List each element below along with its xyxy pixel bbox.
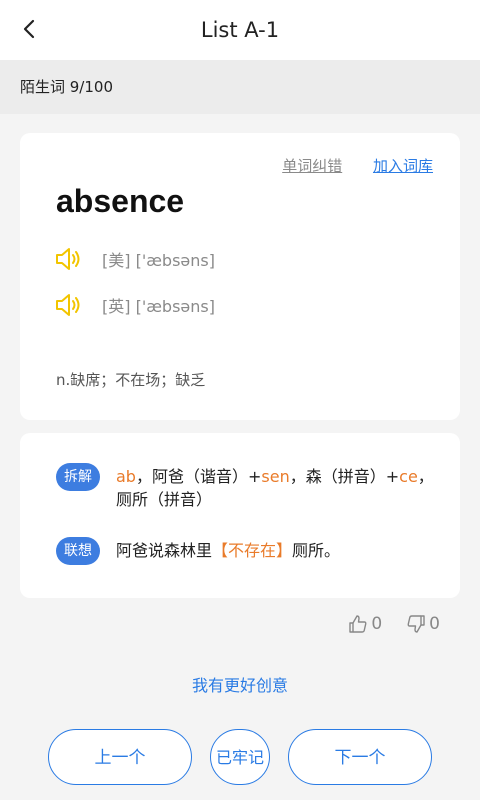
- association-row: 联想 阿爸说森林里【不存在】厕所。: [56, 537, 440, 565]
- memorized-button[interactable]: 已牢记: [210, 729, 270, 785]
- split-text: ab，阿爸（谐音）+sen，森（拼音）+ce，厕所（拼音）: [116, 463, 440, 511]
- word-headword: absence: [56, 183, 185, 219]
- like-count: 0: [371, 614, 383, 634]
- split-part: ，森（拼音）+: [289, 467, 400, 486]
- pronunciation-uk: [英] ['æbsəns]: [54, 290, 215, 320]
- split-part: ，阿爸（谐音）+: [135, 467, 262, 486]
- association-text: 阿爸说森林里【不存在】厕所。: [116, 537, 340, 565]
- dislike-button[interactable]: 0: [406, 614, 440, 634]
- association-part: 厕所。: [292, 541, 341, 560]
- card-links: 单词纠错 加入词库: [282, 155, 433, 176]
- better-idea-link[interactable]: 我有更好创意: [0, 672, 480, 696]
- reactions: 0 0: [348, 614, 440, 634]
- split-part: sen: [261, 467, 290, 486]
- split-row: 拆解 ab，阿爸（谐音）+sen，森（拼音）+ce，厕所（拼音）: [56, 463, 440, 511]
- next-button[interactable]: 下一个: [288, 729, 432, 785]
- thumbs-down-icon: [407, 615, 425, 633]
- chevron-left-icon: [23, 19, 35, 39]
- back-button[interactable]: [14, 14, 44, 44]
- pronunciation-uk-text: [英] ['æbsəns]: [102, 297, 215, 316]
- like-button[interactable]: 0: [348, 614, 382, 634]
- thumbs-up-icon: [349, 615, 367, 633]
- dislike-count: 0: [429, 614, 440, 634]
- speaker-icon[interactable]: [54, 292, 82, 318]
- top-bar: List A-1: [0, 0, 480, 60]
- progress-bar: 陌生词 9/100: [0, 60, 480, 114]
- word-correction-link[interactable]: 单词纠错: [282, 157, 342, 175]
- split-part: ab: [116, 467, 136, 486]
- pronunciation-us-text: [美] ['æbsəns]: [102, 251, 215, 270]
- progress-label: 陌生词 9/100: [20, 78, 113, 96]
- memory-card: 拆解 ab，阿爸（谐音）+sen，森（拼音）+ce，厕所（拼音） 联想 阿爸说森…: [20, 433, 460, 598]
- speaker-icon[interactable]: [54, 246, 82, 272]
- page-title: List A-1: [200, 18, 280, 42]
- split-tag: 拆解: [56, 463, 100, 491]
- association-tag: 联想: [56, 537, 100, 565]
- pronunciation-us: [美] ['æbsəns]: [54, 244, 215, 274]
- word-card: 单词纠错 加入词库 absence [美] ['æbsəns] [英] ['æb…: [20, 133, 460, 420]
- add-to-wordbank-link[interactable]: 加入词库: [373, 157, 433, 175]
- previous-button[interactable]: 上一个: [48, 729, 192, 785]
- word-meaning: n.缺席；不在场；缺乏: [56, 371, 206, 389]
- association-part: 阿爸说森林里: [116, 541, 213, 560]
- association-highlight: 【不存在】: [212, 541, 293, 560]
- split-part: ce: [399, 467, 418, 486]
